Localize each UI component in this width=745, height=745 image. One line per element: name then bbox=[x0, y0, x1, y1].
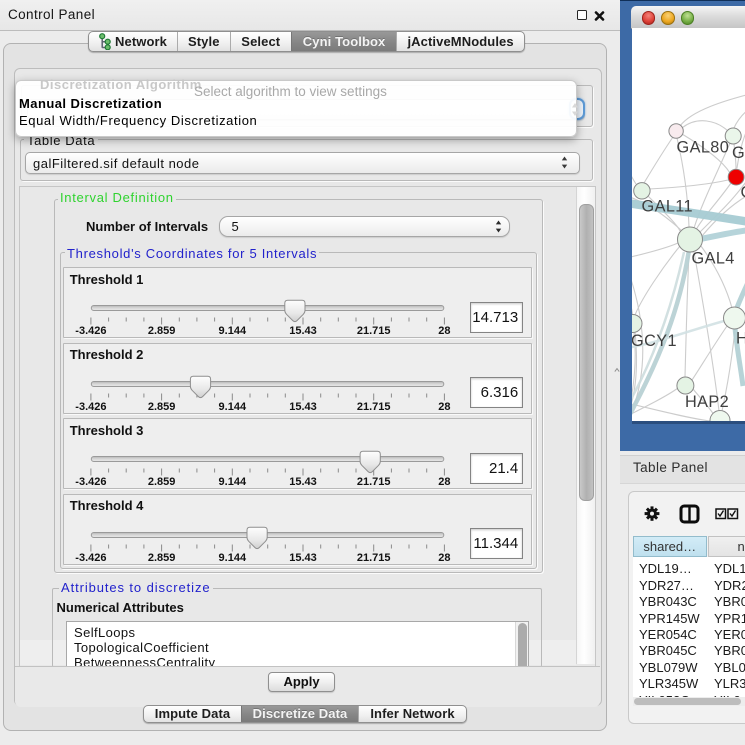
svg-text:9.144: 9.144 bbox=[218, 476, 246, 487]
svg-text:HAP2: HAP2 bbox=[685, 393, 729, 411]
svg-text:28: 28 bbox=[438, 476, 450, 487]
svg-text:C: C bbox=[740, 183, 745, 201]
svg-text:-3.426: -3.426 bbox=[75, 476, 106, 487]
svg-text:9.144: 9.144 bbox=[218, 401, 246, 412]
svg-text:21.715: 21.715 bbox=[357, 476, 391, 487]
svg-text:-3.426: -3.426 bbox=[75, 401, 106, 412]
svg-text:28: 28 bbox=[438, 552, 450, 563]
svg-text:2.859: 2.859 bbox=[148, 476, 176, 487]
svg-text:GCY1: GCY1 bbox=[632, 332, 677, 350]
svg-text:21.715: 21.715 bbox=[357, 325, 391, 336]
svg-text:H: H bbox=[736, 329, 745, 347]
svg-text:28: 28 bbox=[438, 401, 450, 412]
svg-text:GAL4: GAL4 bbox=[691, 249, 734, 267]
svg-text:-3.426: -3.426 bbox=[75, 325, 106, 336]
svg-text:15.43: 15.43 bbox=[289, 325, 317, 336]
svg-text:2.859: 2.859 bbox=[148, 325, 176, 336]
svg-text:15.43: 15.43 bbox=[289, 476, 317, 487]
svg-text:2.859: 2.859 bbox=[148, 552, 176, 563]
svg-text:15.43: 15.43 bbox=[289, 552, 317, 563]
svg-text:28: 28 bbox=[438, 325, 450, 336]
svg-text:21.715: 21.715 bbox=[357, 401, 391, 412]
svg-text:15.43: 15.43 bbox=[289, 401, 317, 412]
svg-text:9.144: 9.144 bbox=[218, 325, 246, 336]
svg-text:2.859: 2.859 bbox=[148, 401, 176, 412]
svg-text:21.715: 21.715 bbox=[357, 552, 391, 563]
svg-text:GA: GA bbox=[732, 144, 745, 162]
svg-text:GAL11: GAL11 bbox=[641, 197, 692, 215]
svg-text:GAL80: GAL80 bbox=[676, 138, 729, 156]
svg-text:-3.426: -3.426 bbox=[75, 552, 106, 563]
svg-text:9.144: 9.144 bbox=[218, 552, 246, 563]
